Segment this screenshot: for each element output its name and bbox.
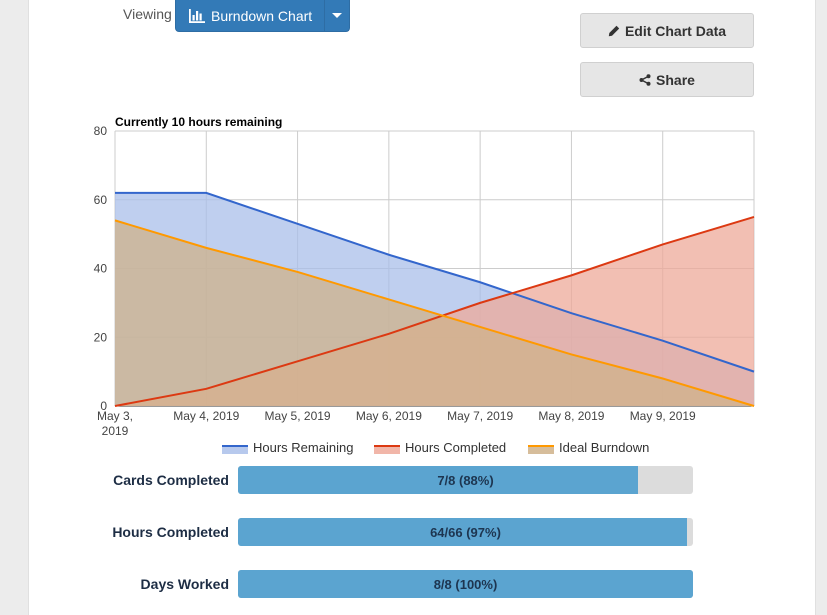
legend-label: Hours Completed <box>405 440 506 455</box>
x-tick-label: May 6, 2019 <box>356 409 422 423</box>
legend-label: Ideal Burndown <box>559 440 649 455</box>
progress-label: Hours Completed <box>112 524 229 540</box>
progress-label: Cards Completed <box>113 472 229 488</box>
progress-row: Days Worked 8/8 (100%) <box>0 570 827 599</box>
x-tick-label: May 5, 2019 <box>265 409 331 423</box>
progress-track: 7/8 (88%) <box>238 466 693 494</box>
progress-row: Cards Completed 7/8 (88%) <box>0 466 827 495</box>
y-tick-label: 80 <box>94 124 108 138</box>
y-tick-label: 20 <box>94 330 108 344</box>
progress-track: 8/8 (100%) <box>238 570 693 598</box>
progress-text: 8/8 (100%) <box>433 576 498 592</box>
x-tick-label: May 3, 2019 <box>97 409 133 438</box>
progress-label: Days Worked <box>140 576 229 592</box>
chart-areas <box>115 192 754 406</box>
chart-title: Currently 10 hours remaining <box>115 115 282 129</box>
legend-swatch <box>528 446 554 454</box>
progress-row: Hours Completed 64/66 (97%) <box>0 518 827 547</box>
y-tick-label: 40 <box>94 262 108 276</box>
legend-label: Hours Remaining <box>253 440 353 455</box>
progress-track: 64/66 (97%) <box>238 518 693 546</box>
chart-legend: Hours Remaining Hours Completed Ideal Burn… <box>222 440 649 455</box>
y-tick-label: 60 <box>94 193 108 207</box>
x-tick-label: May 9, 2019 <box>630 409 696 423</box>
x-tick-label: May 8, 2019 <box>538 409 604 423</box>
x-tick-label: May 7, 2019 <box>447 409 513 423</box>
progress-text: 64/66 (97%) <box>430 524 501 540</box>
x-tick-label: May 4, 2019 <box>173 409 239 423</box>
progress-text: 7/8 (88%) <box>437 472 494 488</box>
legend-swatch <box>222 446 248 454</box>
burndown-chart: Currently 10 hours remaining 020406080Ma… <box>94 115 755 455</box>
legend-swatch <box>374 446 400 454</box>
